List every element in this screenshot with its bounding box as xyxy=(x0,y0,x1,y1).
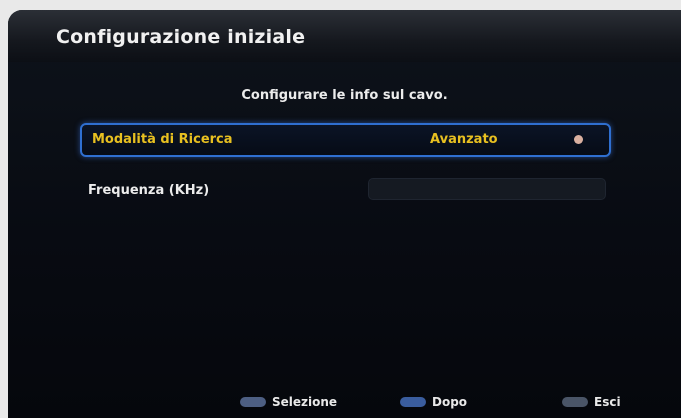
instruction-text: Configurare le info sul cavo. xyxy=(241,88,448,103)
search-mode-label: Modalità di Ricerca xyxy=(92,132,233,147)
tv-menu-screen: Configurazione iniziale Configurare le i… xyxy=(8,10,681,418)
select-button-icon xyxy=(240,397,266,407)
frequency-input[interactable] xyxy=(368,178,606,200)
select-hint-label: Selezione xyxy=(272,395,338,409)
frequency-label: Frequenza (KHz) xyxy=(88,183,210,198)
exit-hint[interactable]: Esci xyxy=(562,395,621,409)
select-hint[interactable]: Selezione xyxy=(240,395,337,409)
exit-hint-label: Esci xyxy=(594,395,621,409)
next-button-icon xyxy=(400,397,426,407)
search-mode-row[interactable]: Modalità di Ricerca Avanzato xyxy=(80,123,611,157)
search-mode-value[interactable]: Avanzato xyxy=(430,132,498,147)
page-title: Configurazione iniziale xyxy=(56,26,306,48)
option-arrow-icon[interactable] xyxy=(574,135,583,144)
next-hint-label: Dopo xyxy=(432,395,468,409)
footer-hints: Selezione Dopo Esci xyxy=(8,388,681,418)
exit-button-icon xyxy=(562,397,588,407)
title-bar: Configurazione iniziale xyxy=(8,10,681,62)
next-hint[interactable]: Dopo xyxy=(400,395,467,409)
